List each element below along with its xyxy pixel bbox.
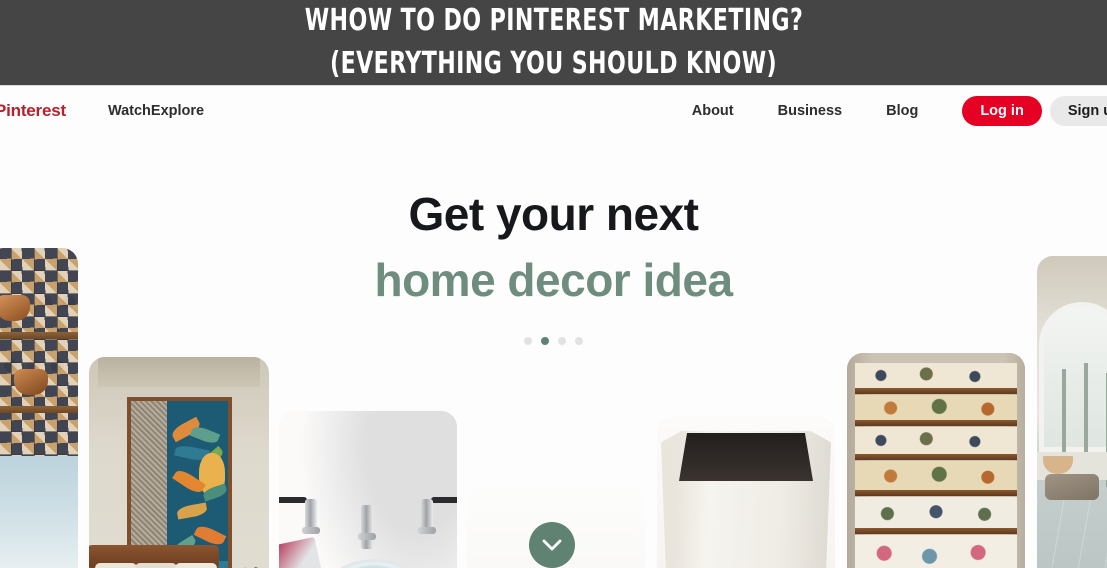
stair-riser (855, 535, 1017, 568)
nav-item-explore[interactable]: Explore (151, 103, 204, 119)
mesh-screen-panel (131, 401, 167, 568)
banner-title-line-2: (EVERYTHING YOU SHOULD KNOW) (329, 45, 777, 81)
copper-pot-lower (14, 368, 48, 395)
banner-title-line-1: WHOW TO DO PINTEREST MARKETING? (304, 2, 803, 38)
stair-step (855, 461, 1017, 496)
signup-button[interactable]: Sign up (1049, 96, 1107, 126)
scroll-down-button[interactable] (529, 522, 575, 568)
mural-leaf (176, 502, 208, 520)
stair-riser (855, 427, 1017, 455)
stair-riser (855, 461, 1017, 491)
video-title-banner: WHOW TO DO PINTEREST MARKETING? (EVERYTH… (0, 0, 1107, 86)
stone-floor (1037, 500, 1107, 568)
stair-tread (855, 420, 1017, 426)
ceiling-panel (98, 357, 260, 387)
stair-tread (855, 454, 1017, 460)
stair-tread (855, 528, 1017, 534)
chrome-tap (418, 499, 436, 534)
counter-surface (0, 456, 78, 568)
carousel-dots (0, 337, 1107, 345)
chrome-tap (302, 499, 320, 534)
stair-tread (855, 388, 1017, 394)
site-navbar: Pinterest Watch Explore About Business B… (0, 86, 1107, 136)
mural-artwork-frame (127, 397, 232, 568)
stair-riser (855, 363, 1017, 389)
pinterest-homepage: Pinterest Watch Explore About Business B… (0, 86, 1107, 568)
pin-tile-bedroom-mural-art[interactable] (89, 357, 269, 568)
stair-riser (855, 497, 1017, 529)
floor-cushion (1045, 474, 1099, 500)
nav-item-blog[interactable]: Blog (886, 103, 918, 119)
faucet-handle (279, 497, 307, 503)
stair-step (855, 395, 1017, 426)
pin-tile-arched-window-room[interactable] (1037, 256, 1107, 568)
stair-step (855, 535, 1017, 568)
bed-pillow (95, 563, 137, 568)
planter-opening (679, 433, 813, 481)
stair-tread (855, 490, 1017, 496)
stair-step (855, 427, 1017, 460)
nav-item-watch[interactable]: Watch (108, 103, 151, 119)
chrome-tap (358, 505, 376, 549)
bed-pillow (175, 563, 217, 568)
wood-shelf-lower (0, 405, 78, 413)
carousel-dot-4[interactable] (575, 337, 583, 345)
pinterest-logo[interactable]: Pinterest (0, 101, 66, 121)
copper-pot-upper (0, 295, 30, 322)
carousel-dot-3[interactable] (558, 337, 566, 345)
nav-item-about[interactable]: About (692, 103, 734, 119)
stair-riser (855, 395, 1017, 421)
nav-item-business[interactable]: Business (778, 103, 842, 119)
potted-plant (233, 553, 269, 568)
tile-wall-pattern (0, 248, 78, 457)
stair-step (855, 363, 1017, 394)
login-button[interactable]: Log in (962, 96, 1042, 126)
carousel-dot-2[interactable] (541, 337, 549, 345)
pin-tile-marble-bathroom-sink[interactable] (279, 411, 457, 568)
pin-tile-white-planter-vessel[interactable] (657, 417, 835, 568)
navbar-right-group: About Business Blog Log in Sign up (692, 86, 1107, 136)
hero-headline-secondary: home decor idea (374, 254, 733, 306)
navbar-left-group: Pinterest Watch Explore (0, 101, 204, 121)
arched-window (1039, 302, 1107, 487)
mural-leaf (189, 424, 221, 446)
faucet-handle (431, 497, 457, 503)
hero-headline-primary: Get your next (408, 188, 699, 240)
chevron-down-icon (542, 539, 562, 550)
bed-pillow (135, 563, 177, 568)
stair-step (855, 497, 1017, 534)
pin-tile-moroccan-tile-kitchen[interactable] (0, 248, 78, 568)
pin-tile-floral-wallpaper-staircase[interactable] (847, 353, 1025, 568)
carousel-dot-1[interactable] (524, 337, 532, 345)
